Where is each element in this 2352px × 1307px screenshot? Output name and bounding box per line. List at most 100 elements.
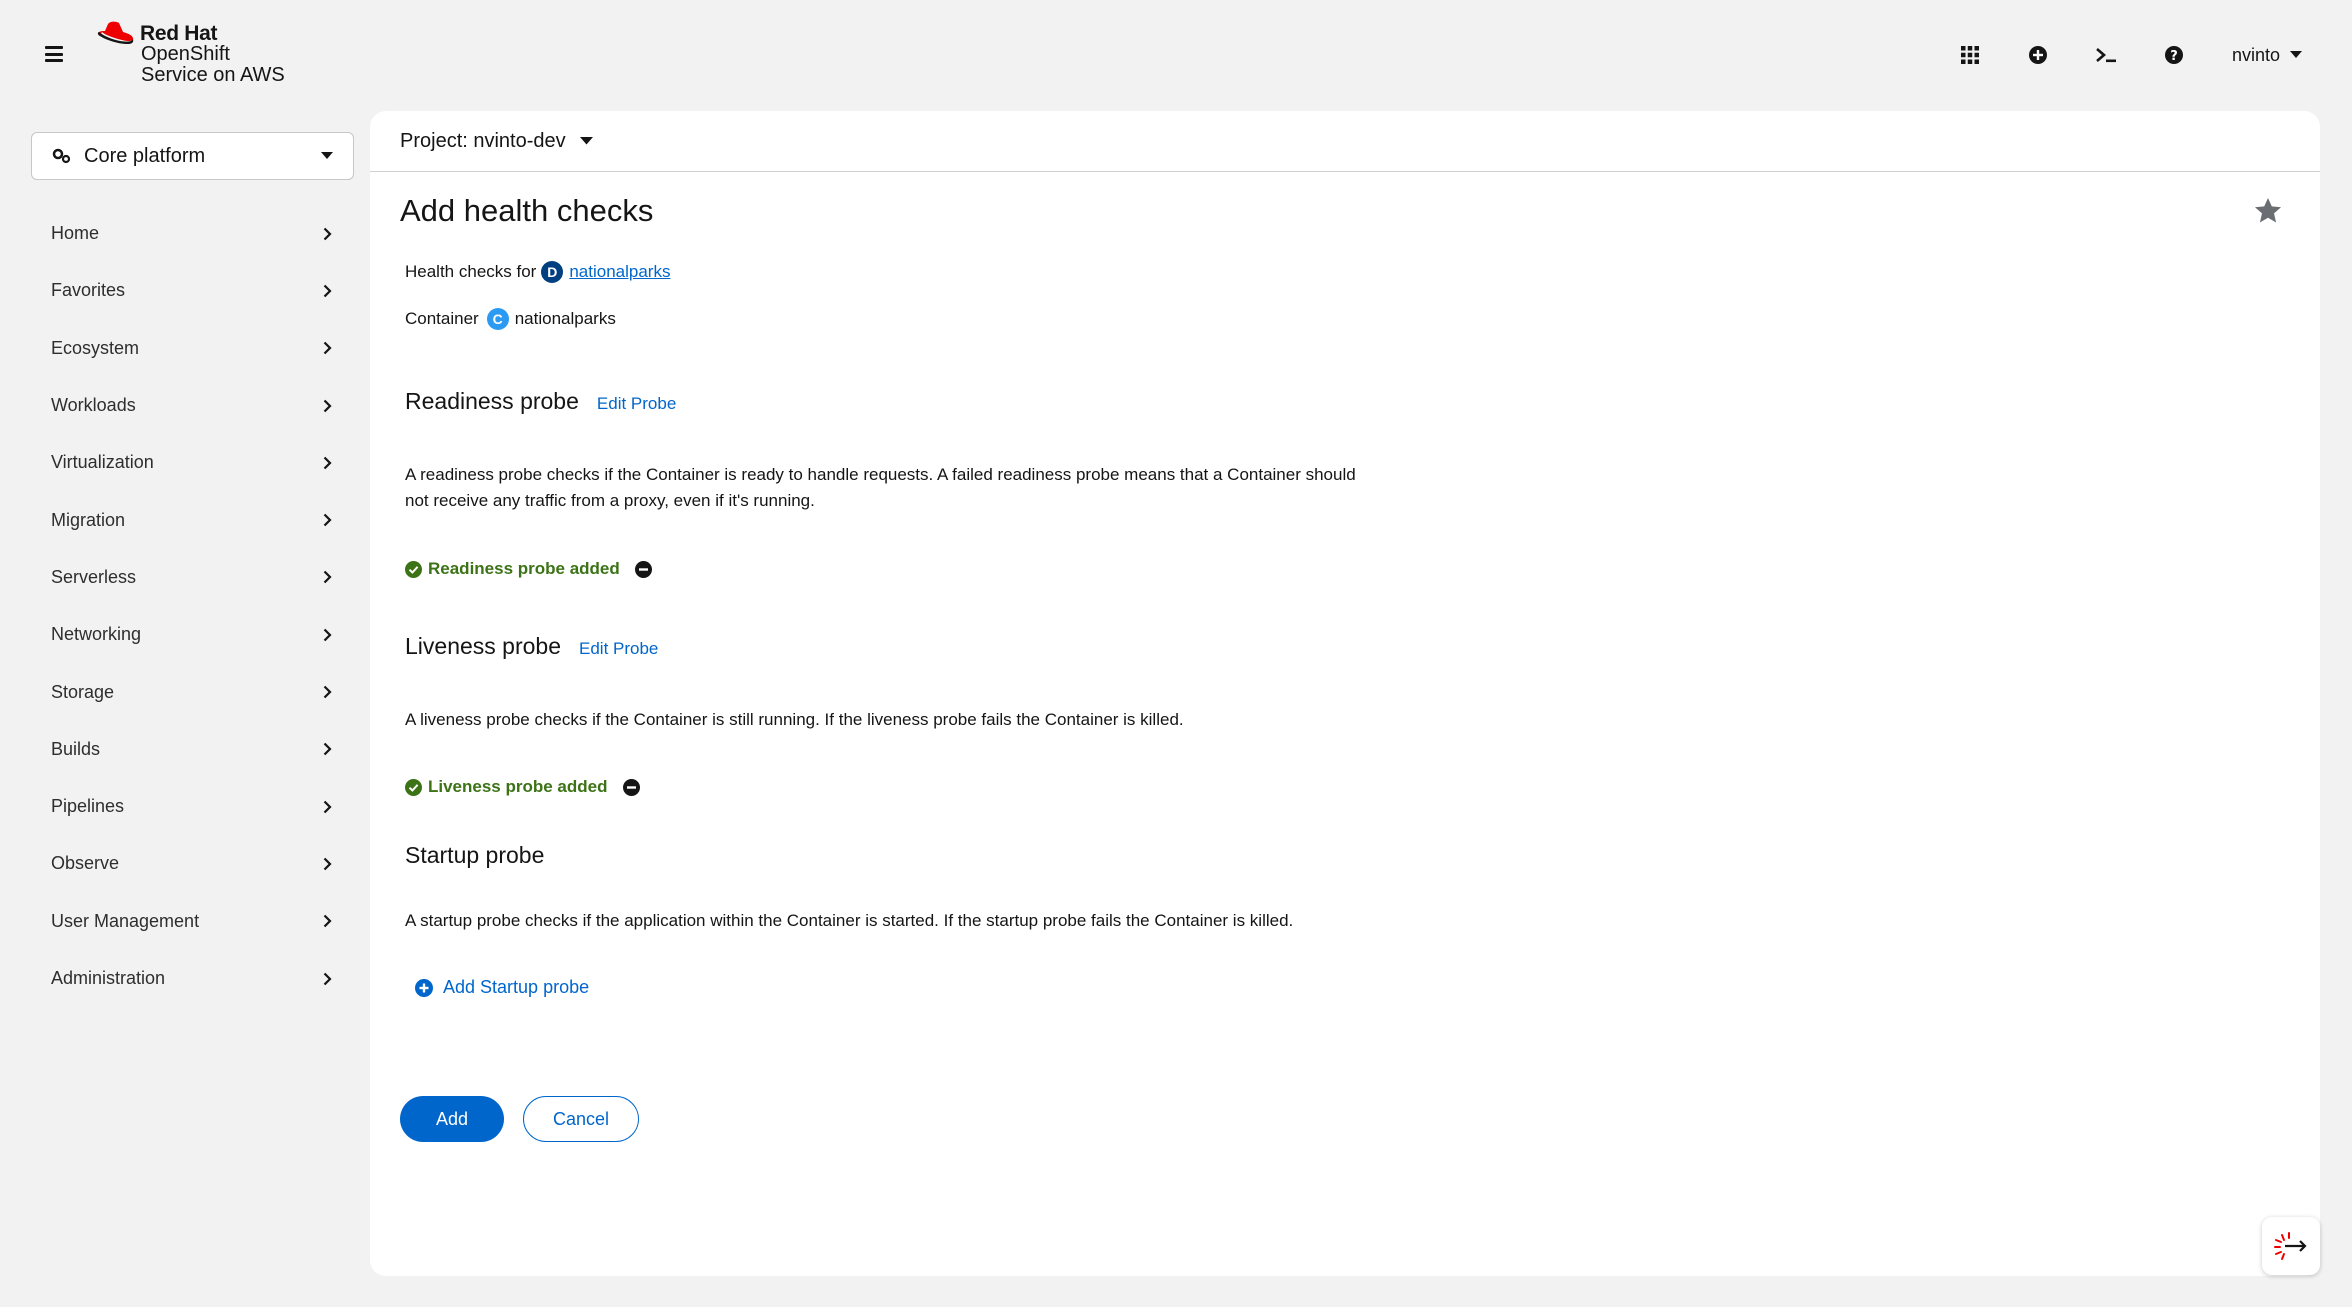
sidebar-item-label: Virtualization bbox=[51, 452, 154, 473]
sidebar-nav: Home Favorites Ecosystem Workloads Virtu… bbox=[31, 205, 354, 1007]
sidebar-item-virtualization[interactable]: Virtualization bbox=[31, 434, 354, 491]
sidebar-item-home[interactable]: Home bbox=[31, 205, 354, 262]
assistant-launcher-icon[interactable] bbox=[2262, 1217, 2320, 1275]
sidebar-item-networking[interactable]: Networking bbox=[31, 606, 354, 663]
chevron-right-icon bbox=[323, 571, 332, 584]
chevron-right-icon bbox=[323, 743, 332, 756]
project-label: Project: nvinto-dev bbox=[400, 129, 566, 152]
svg-text:?: ? bbox=[2170, 49, 2178, 64]
cogs-icon bbox=[52, 148, 71, 164]
chevron-right-icon bbox=[323, 284, 332, 298]
sidebar-item-storage[interactable]: Storage bbox=[31, 663, 354, 720]
liveness-probe-description: A liveness probe checks if the Container… bbox=[405, 710, 1184, 729]
edit-liveness-probe-link[interactable]: Edit Probe bbox=[579, 639, 658, 659]
chevron-right-icon bbox=[323, 456, 332, 470]
chevron-right-icon bbox=[323, 227, 332, 240]
main-content: Project: nvinto-dev Add health checks He… bbox=[370, 111, 2320, 1276]
container-row: Container C nationalparks bbox=[405, 308, 616, 330]
project-bar: Project: nvinto-dev bbox=[370, 111, 2320, 172]
sidebar-item-label: Serverless bbox=[51, 566, 137, 587]
sidebar-item-migration[interactable]: Migration bbox=[31, 491, 354, 548]
startup-probe-section-title: Startup probe bbox=[405, 842, 544, 869]
container-name: nationalparks bbox=[514, 309, 616, 328]
chevron-right-icon bbox=[323, 972, 332, 985]
check-circle-icon bbox=[405, 778, 422, 796]
sidebar-item-label: Observe bbox=[51, 853, 120, 874]
brand-product-line1: OpenShift bbox=[141, 43, 230, 65]
sidebar-item-label: User Management bbox=[51, 910, 200, 931]
sidebar-item-label: Networking bbox=[51, 624, 142, 645]
liveness-probe-section-title: Liveness probe Edit Probe bbox=[405, 633, 658, 660]
container-label: Container bbox=[405, 309, 479, 328]
add-button[interactable]: Add bbox=[400, 1096, 504, 1142]
brand-product-line2: Service on AWS bbox=[141, 64, 285, 86]
sidebar-item-label: Favorites bbox=[51, 280, 126, 301]
liveness-probe-status: Liveness probe added bbox=[405, 777, 640, 797]
sidebar-item-pipelines[interactable]: Pipelines bbox=[31, 778, 354, 835]
masthead-toolbar: ? nvinto bbox=[1936, 36, 2352, 74]
readiness-probe-status: Readiness probe added bbox=[405, 559, 652, 579]
liveness-probe-status-text: Liveness probe added bbox=[428, 777, 608, 796]
startup-probe-title: Startup probe bbox=[405, 842, 545, 868]
check-circle-icon bbox=[405, 560, 422, 578]
red-hat-logo-icon bbox=[97, 21, 134, 44]
add-startup-probe-label: Add Startup probe bbox=[443, 977, 590, 997]
sidebar-item-user-management[interactable]: User Management bbox=[31, 893, 354, 950]
chevron-right-icon bbox=[323, 857, 332, 871]
edit-readiness-probe-link[interactable]: Edit Probe bbox=[597, 394, 676, 414]
chevron-right-icon bbox=[323, 513, 332, 527]
deployment-link[interactable]: nationalparks bbox=[569, 262, 670, 282]
container-badge: C bbox=[486, 308, 509, 330]
add-startup-probe-button[interactable]: Add Startup probe bbox=[415, 977, 589, 998]
sidebar-item-administration[interactable]: Administration bbox=[31, 950, 354, 1007]
brand-logo[interactable]: Red Hat OpenShift Service on AWS bbox=[96, 18, 306, 90]
user-menu[interactable]: nvinto bbox=[2232, 45, 2302, 66]
plus-circle-icon bbox=[415, 978, 433, 997]
sidebar-item-serverless[interactable]: Serverless bbox=[31, 549, 354, 606]
sidebar-item-label: Storage bbox=[51, 681, 115, 702]
import-plus-icon[interactable] bbox=[2019, 36, 2057, 74]
deployment-badge: D bbox=[541, 261, 564, 283]
remove-liveness-probe-icon[interactable] bbox=[622, 778, 640, 796]
readiness-probe-status-text: Readiness probe added bbox=[428, 559, 620, 578]
sidebar-item-builds[interactable]: Builds bbox=[31, 721, 354, 778]
health-checks-for-label: Health checks for bbox=[405, 262, 537, 281]
cancel-button[interactable]: Cancel bbox=[523, 1096, 639, 1142]
sidebar-item-label: Workloads bbox=[51, 395, 136, 416]
sidebar-item-observe[interactable]: Observe bbox=[31, 835, 354, 892]
caret-down-icon bbox=[2290, 51, 2302, 58]
masthead: Red Hat OpenShift Service on AWS ? nvint… bbox=[0, 0, 2352, 110]
chevron-right-icon bbox=[323, 685, 332, 699]
sidebar-item-label: Migration bbox=[51, 509, 126, 530]
sidebar-item-favorites[interactable]: Favorites bbox=[31, 262, 354, 319]
favorite-star-icon[interactable] bbox=[2254, 197, 2282, 229]
help-icon[interactable]: ? bbox=[2155, 36, 2193, 74]
sidebar-item-label: Pipelines bbox=[51, 796, 125, 817]
hamburger-menu-icon[interactable] bbox=[42, 42, 66, 66]
app-launcher-icon[interactable] bbox=[1951, 36, 1989, 74]
chevron-right-icon bbox=[323, 341, 332, 355]
terminal-icon[interactable] bbox=[2087, 36, 2125, 74]
chevron-right-icon bbox=[323, 800, 332, 813]
sidebar-item-label: Home bbox=[51, 223, 100, 244]
sidebar-item-ecosystem[interactable]: Ecosystem bbox=[31, 320, 354, 377]
chevron-right-icon bbox=[323, 914, 332, 928]
sidebar-item-label: Builds bbox=[51, 738, 101, 759]
caret-down-icon bbox=[321, 152, 333, 159]
perspective-label: Core platform bbox=[84, 144, 206, 167]
startup-probe-description: A startup probe checks if the applicatio… bbox=[405, 911, 1294, 930]
user-name: nvinto bbox=[2231, 44, 2280, 65]
sidebar-item-workloads[interactable]: Workloads bbox=[31, 377, 354, 434]
sidebar-item-label: Administration bbox=[51, 968, 166, 988]
project-selector[interactable]: Project: nvinto-dev bbox=[400, 130, 593, 153]
perspective-switcher[interactable]: Core platform bbox=[31, 132, 354, 180]
sidebar-item-label: Ecosystem bbox=[51, 337, 140, 358]
health-checks-for-row: Health checks for D nationalparks bbox=[405, 261, 670, 283]
remove-readiness-probe-icon[interactable] bbox=[634, 560, 652, 578]
readiness-probe-title: Readiness probe bbox=[405, 388, 579, 414]
chevron-right-icon bbox=[323, 399, 332, 412]
caret-down-icon bbox=[579, 137, 593, 145]
page-title: Add health checks bbox=[400, 193, 654, 228]
readiness-probe-description: A readiness probe checks if the Containe… bbox=[405, 465, 1356, 510]
readiness-probe-section-title: Readiness probe Edit Probe bbox=[405, 388, 676, 415]
